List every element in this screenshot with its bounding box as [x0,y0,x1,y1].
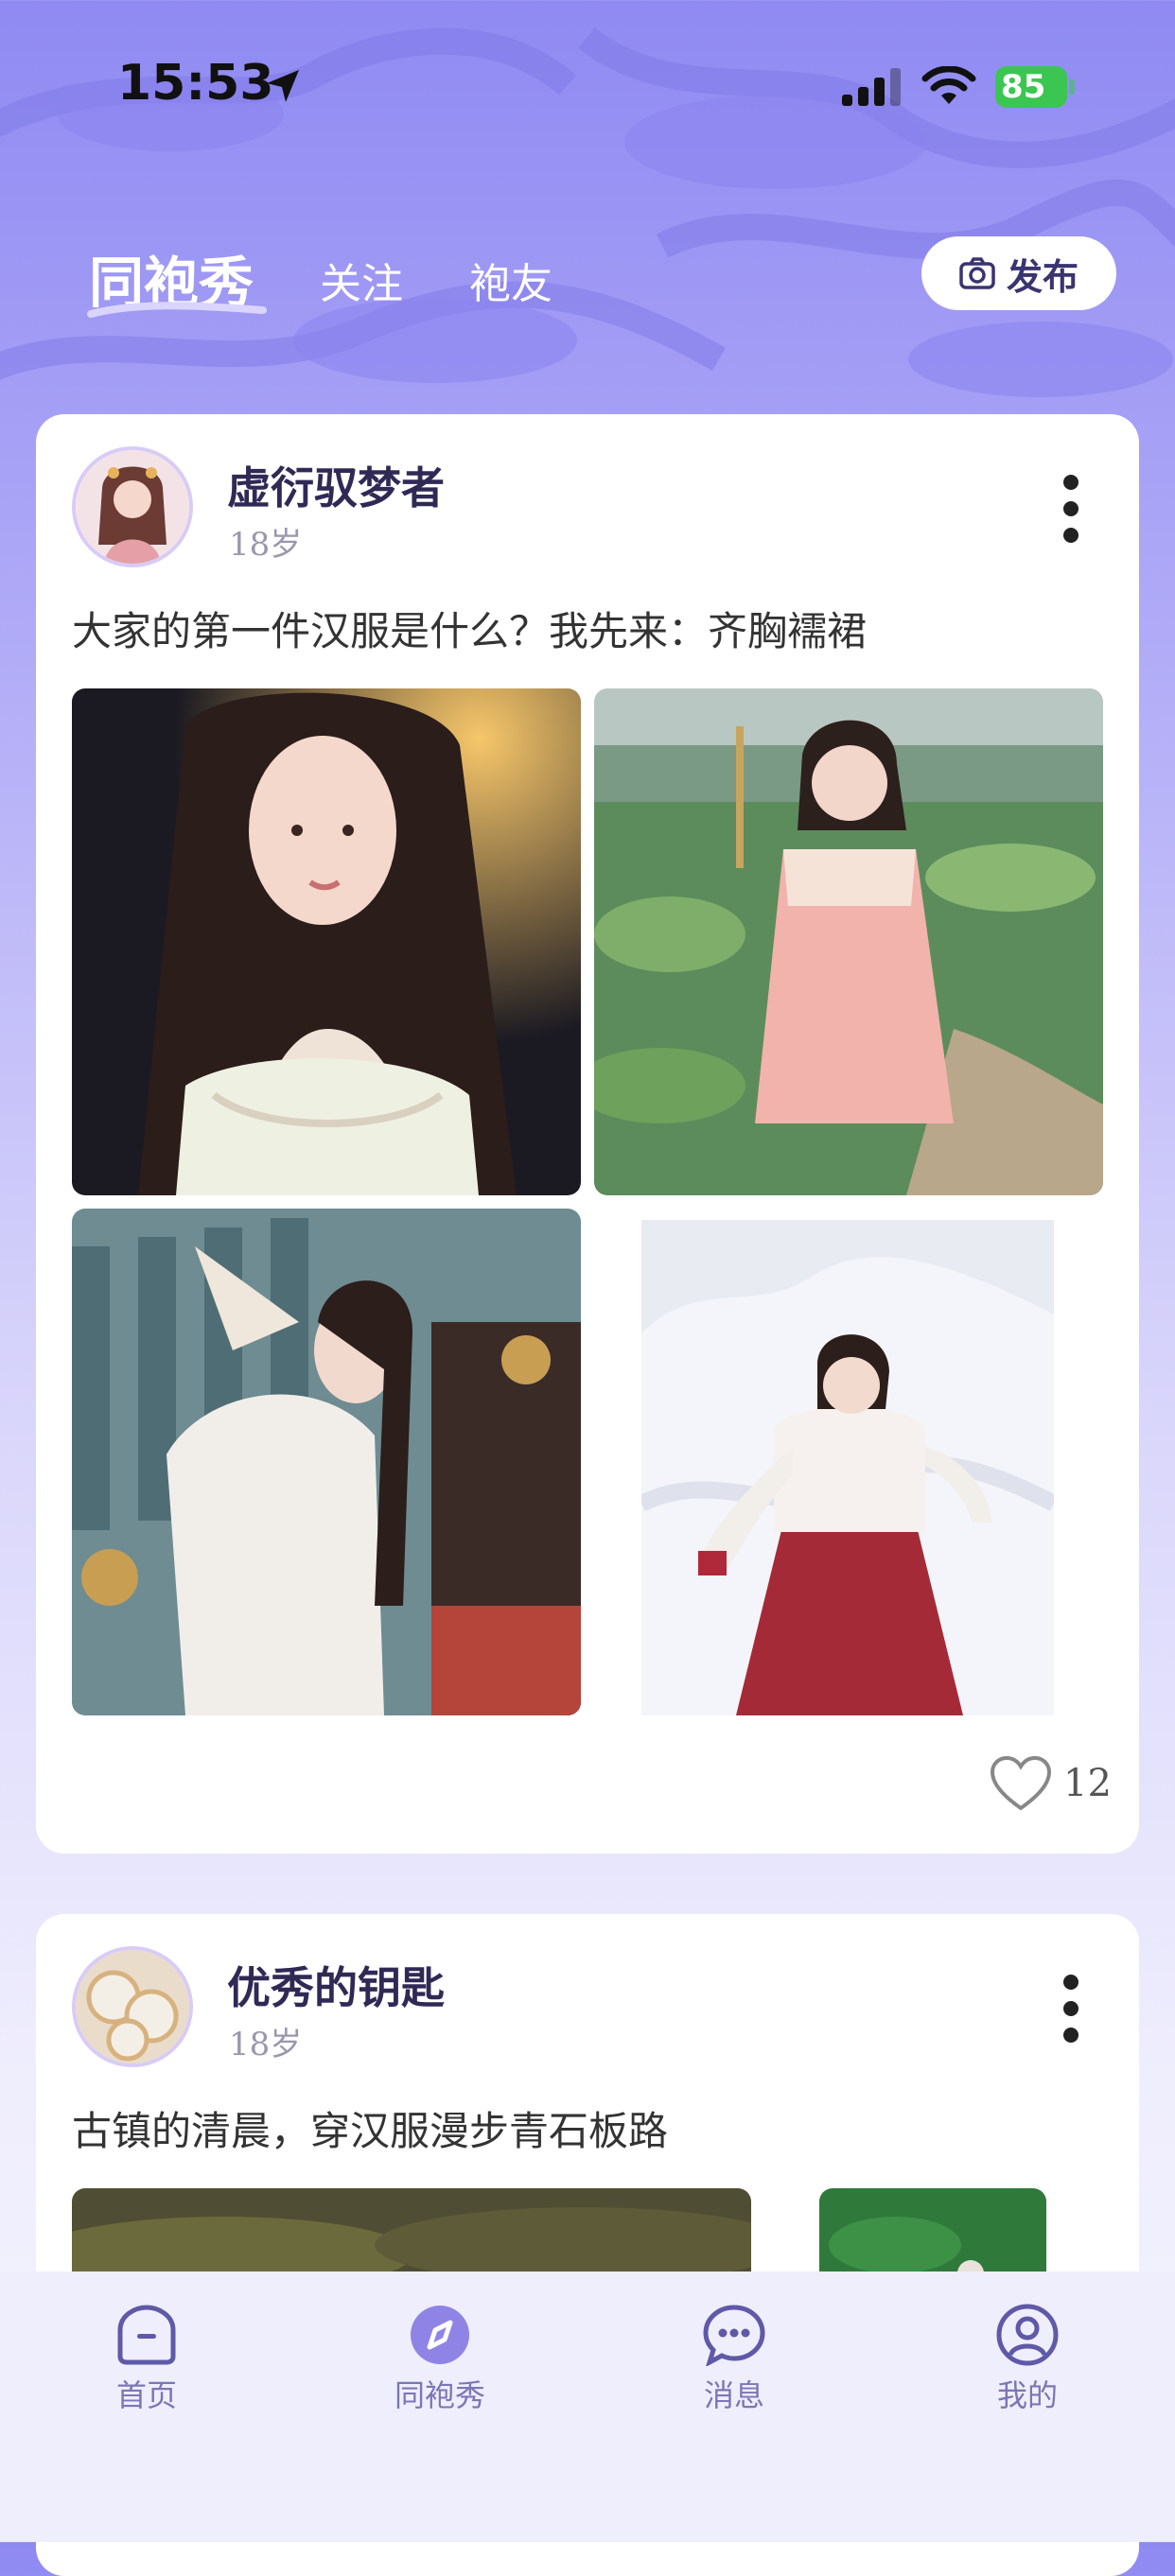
nav-label-home: 首页 [115,2377,177,2413]
battery-indicator: 85 [995,66,1075,108]
avatar[interactable] [72,1946,193,2067]
post-text: 大家的第一件汉服是什么？我先来：齐胸襦裙 [72,608,868,654]
nav-item-tongpaoxiu[interactable]: 同袍秀 [345,2304,535,2415]
cellular-signal-icon [842,68,901,106]
post-user-age: 18岁 [229,2026,303,2063]
tab-paoyou[interactable]: 袍友 [469,250,552,310]
like-count: 12 [1063,1762,1112,1805]
tab-follow[interactable]: 关注 [320,250,403,310]
camera-icon [959,257,995,289]
location-arrow-icon [267,70,299,102]
post-username[interactable]: 虚衍驭梦者 [227,454,445,516]
post-text: 古镇的清晨，穿汉服漫步青石板路 [72,2108,669,2154]
avatar[interactable] [72,446,193,567]
nav-label-tongpaoxiu: 同袍秀 [394,2377,485,2413]
publish-label: 发布 [1006,254,1079,298]
post-photo[interactable] [72,1209,581,1715]
post-photo[interactable] [641,1220,1054,1715]
battery-level: 85 [1001,68,1046,106]
more-options-icon[interactable] [1060,473,1082,545]
profile-icon [996,2304,1059,2366]
message-icon [703,2305,765,2366]
nav-label-profile: 我的 [996,2377,1058,2413]
home-icon [117,2305,176,2365]
nav-item-profile[interactable]: 我的 [933,2304,1122,2415]
wifi-icon [921,66,976,104]
status-bar: 15:53 85 [0,0,1175,170]
post-photo[interactable] [72,688,581,1195]
heart-icon [990,1755,1052,1811]
like-button[interactable]: 12 [990,1755,1112,1812]
post-photo[interactable] [594,688,1103,1195]
nav-label-messages: 消息 [703,2377,764,2413]
publish-button[interactable]: 发布 [921,236,1116,310]
nav-item-home[interactable]: 首页 [52,2304,241,2415]
active-tab-underline [87,302,267,318]
post-user-age: 18岁 [229,526,303,564]
bottom-nav: 首页 同袍秀 消息 我的 [0,2271,1175,2542]
compass-icon [411,2306,469,2364]
more-options-icon[interactable] [1060,1973,1082,2045]
nav-item-messages[interactable]: 消息 [640,2304,829,2415]
post-card[interactable]: 虚衍驭梦者 18岁 大家的第一件汉服是什么？我先来：齐胸襦裙 12 [36,414,1139,1854]
post-username[interactable]: 优秀的钥匙 [227,1954,445,2016]
status-time: 15:53 [117,55,274,112]
